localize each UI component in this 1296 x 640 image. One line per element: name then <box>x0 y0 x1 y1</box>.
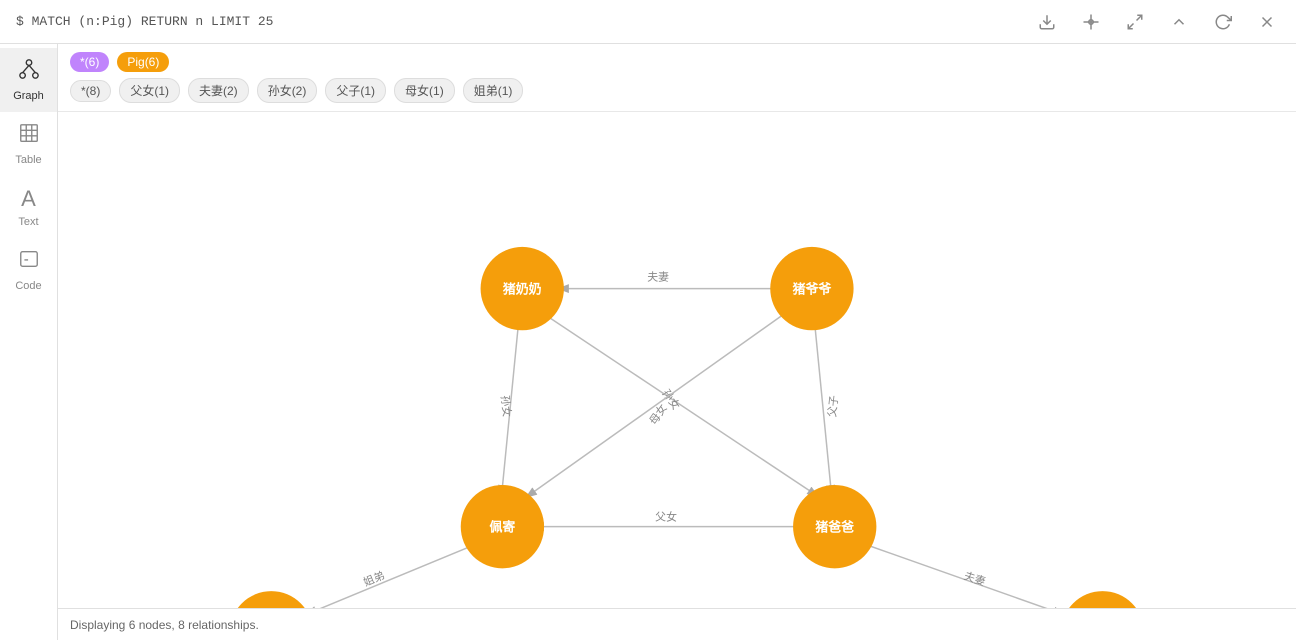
edge-label-fuz: 父子 <box>826 395 841 418</box>
rel-badge-fuv[interactable]: 父女(1) <box>119 78 180 103</box>
query-display: $ MATCH (n:Pig) RETURN n LIMIT 25 <box>16 14 273 29</box>
rel-badge-all[interactable]: *(8) <box>70 80 111 102</box>
node-badge-pig[interactable]: Pig(6) <box>117 52 169 72</box>
status-bar: Displaying 6 nodes, 8 relationships. <box>58 608 1296 640</box>
node-label-zunainai: 猪奶奶 <box>502 282 542 297</box>
table-label: Table <box>15 154 41 166</box>
node-badge-all[interactable]: *(6) <box>70 52 109 72</box>
rel-badge-muv[interactable]: 母女(1) <box>394 78 455 103</box>
sidebar-item-code[interactable]: Code <box>0 238 57 302</box>
node-label-zuyeye: 猪爷爷 <box>792 282 832 297</box>
edge-label-fuqi: 夫妻 <box>647 271 669 284</box>
code-icon <box>18 248 40 276</box>
top-actions <box>1034 9 1280 35</box>
text-icon: A <box>21 186 36 212</box>
sidebar: Graph Table A Text <box>0 44 58 640</box>
graph-area[interactable]: 夫妻 孙女 母女 孙女 父子 父女 姐弟 <box>58 112 1296 608</box>
chevron-up-button[interactable] <box>1166 9 1192 35</box>
edge-muv-n2n3 <box>525 315 782 498</box>
edge-sunv-n1n4 <box>546 315 819 497</box>
table-icon <box>18 122 40 150</box>
edge-label-muv: 母女 <box>646 401 670 427</box>
rel-badge-fuz[interactable]: 父子(1) <box>325 78 386 103</box>
graph-icon <box>18 58 40 86</box>
code-label: Code <box>15 280 41 292</box>
sidebar-item-graph[interactable]: Graph <box>0 48 57 112</box>
node-qiaozhi[interactable] <box>230 591 313 608</box>
refresh-button[interactable] <box>1210 9 1236 35</box>
node-filter-row: *(6) Pig(6) <box>70 52 1284 72</box>
filter-bar: *(6) Pig(6) *(8) 父女(1) 夫妻(2) 孙女(2) 父子(1)… <box>58 44 1296 112</box>
content-area: *(6) Pig(6) *(8) 父女(1) 夫妻(2) 孙女(2) 父子(1)… <box>58 44 1296 640</box>
download-button[interactable] <box>1034 9 1060 35</box>
status-text: Displaying 6 nodes, 8 relationships. <box>70 618 259 632</box>
edge-jied-n3n5 <box>305 546 473 608</box>
sidebar-item-text[interactable]: A Text <box>0 176 57 238</box>
rel-badge-jied[interactable]: 姐弟(1) <box>463 78 524 103</box>
pin-button[interactable] <box>1078 9 1104 35</box>
node-label-zhubaba: 猪爸爸 <box>814 520 854 535</box>
close-button[interactable] <box>1254 9 1280 35</box>
rel-badge-sunv[interactable]: 孙女(2) <box>257 78 318 103</box>
edge-label-fuqi2: 夫妻 <box>962 569 987 588</box>
main-area: Graph Table A Text <box>0 44 1296 640</box>
sidebar-item-table[interactable]: Table <box>0 112 57 176</box>
node-label-peiji: 佩寄 <box>490 520 516 535</box>
graph-svg: 夫妻 孙女 母女 孙女 父子 父女 姐弟 <box>58 112 1296 608</box>
expand-button[interactable] <box>1122 9 1148 35</box>
text-label: Text <box>18 216 38 228</box>
graph-label: Graph <box>13 90 44 102</box>
edge-label-sunv2: 孙女 <box>498 395 514 418</box>
top-bar: $ MATCH (n:Pig) RETURN n LIMIT 25 <box>0 0 1296 44</box>
edge-label-fuv: 父女 <box>655 510 677 524</box>
edge-label-jied: 姐弟 <box>361 568 387 589</box>
rel-filter-row: *(8) 父女(1) 夫妻(2) 孙女(2) 父子(1) 母女(1) 姐弟(1) <box>70 78 1284 103</box>
node-zhumama[interactable] <box>1061 591 1144 608</box>
rel-badge-fuqi[interactable]: 夫妻(2) <box>188 78 249 103</box>
